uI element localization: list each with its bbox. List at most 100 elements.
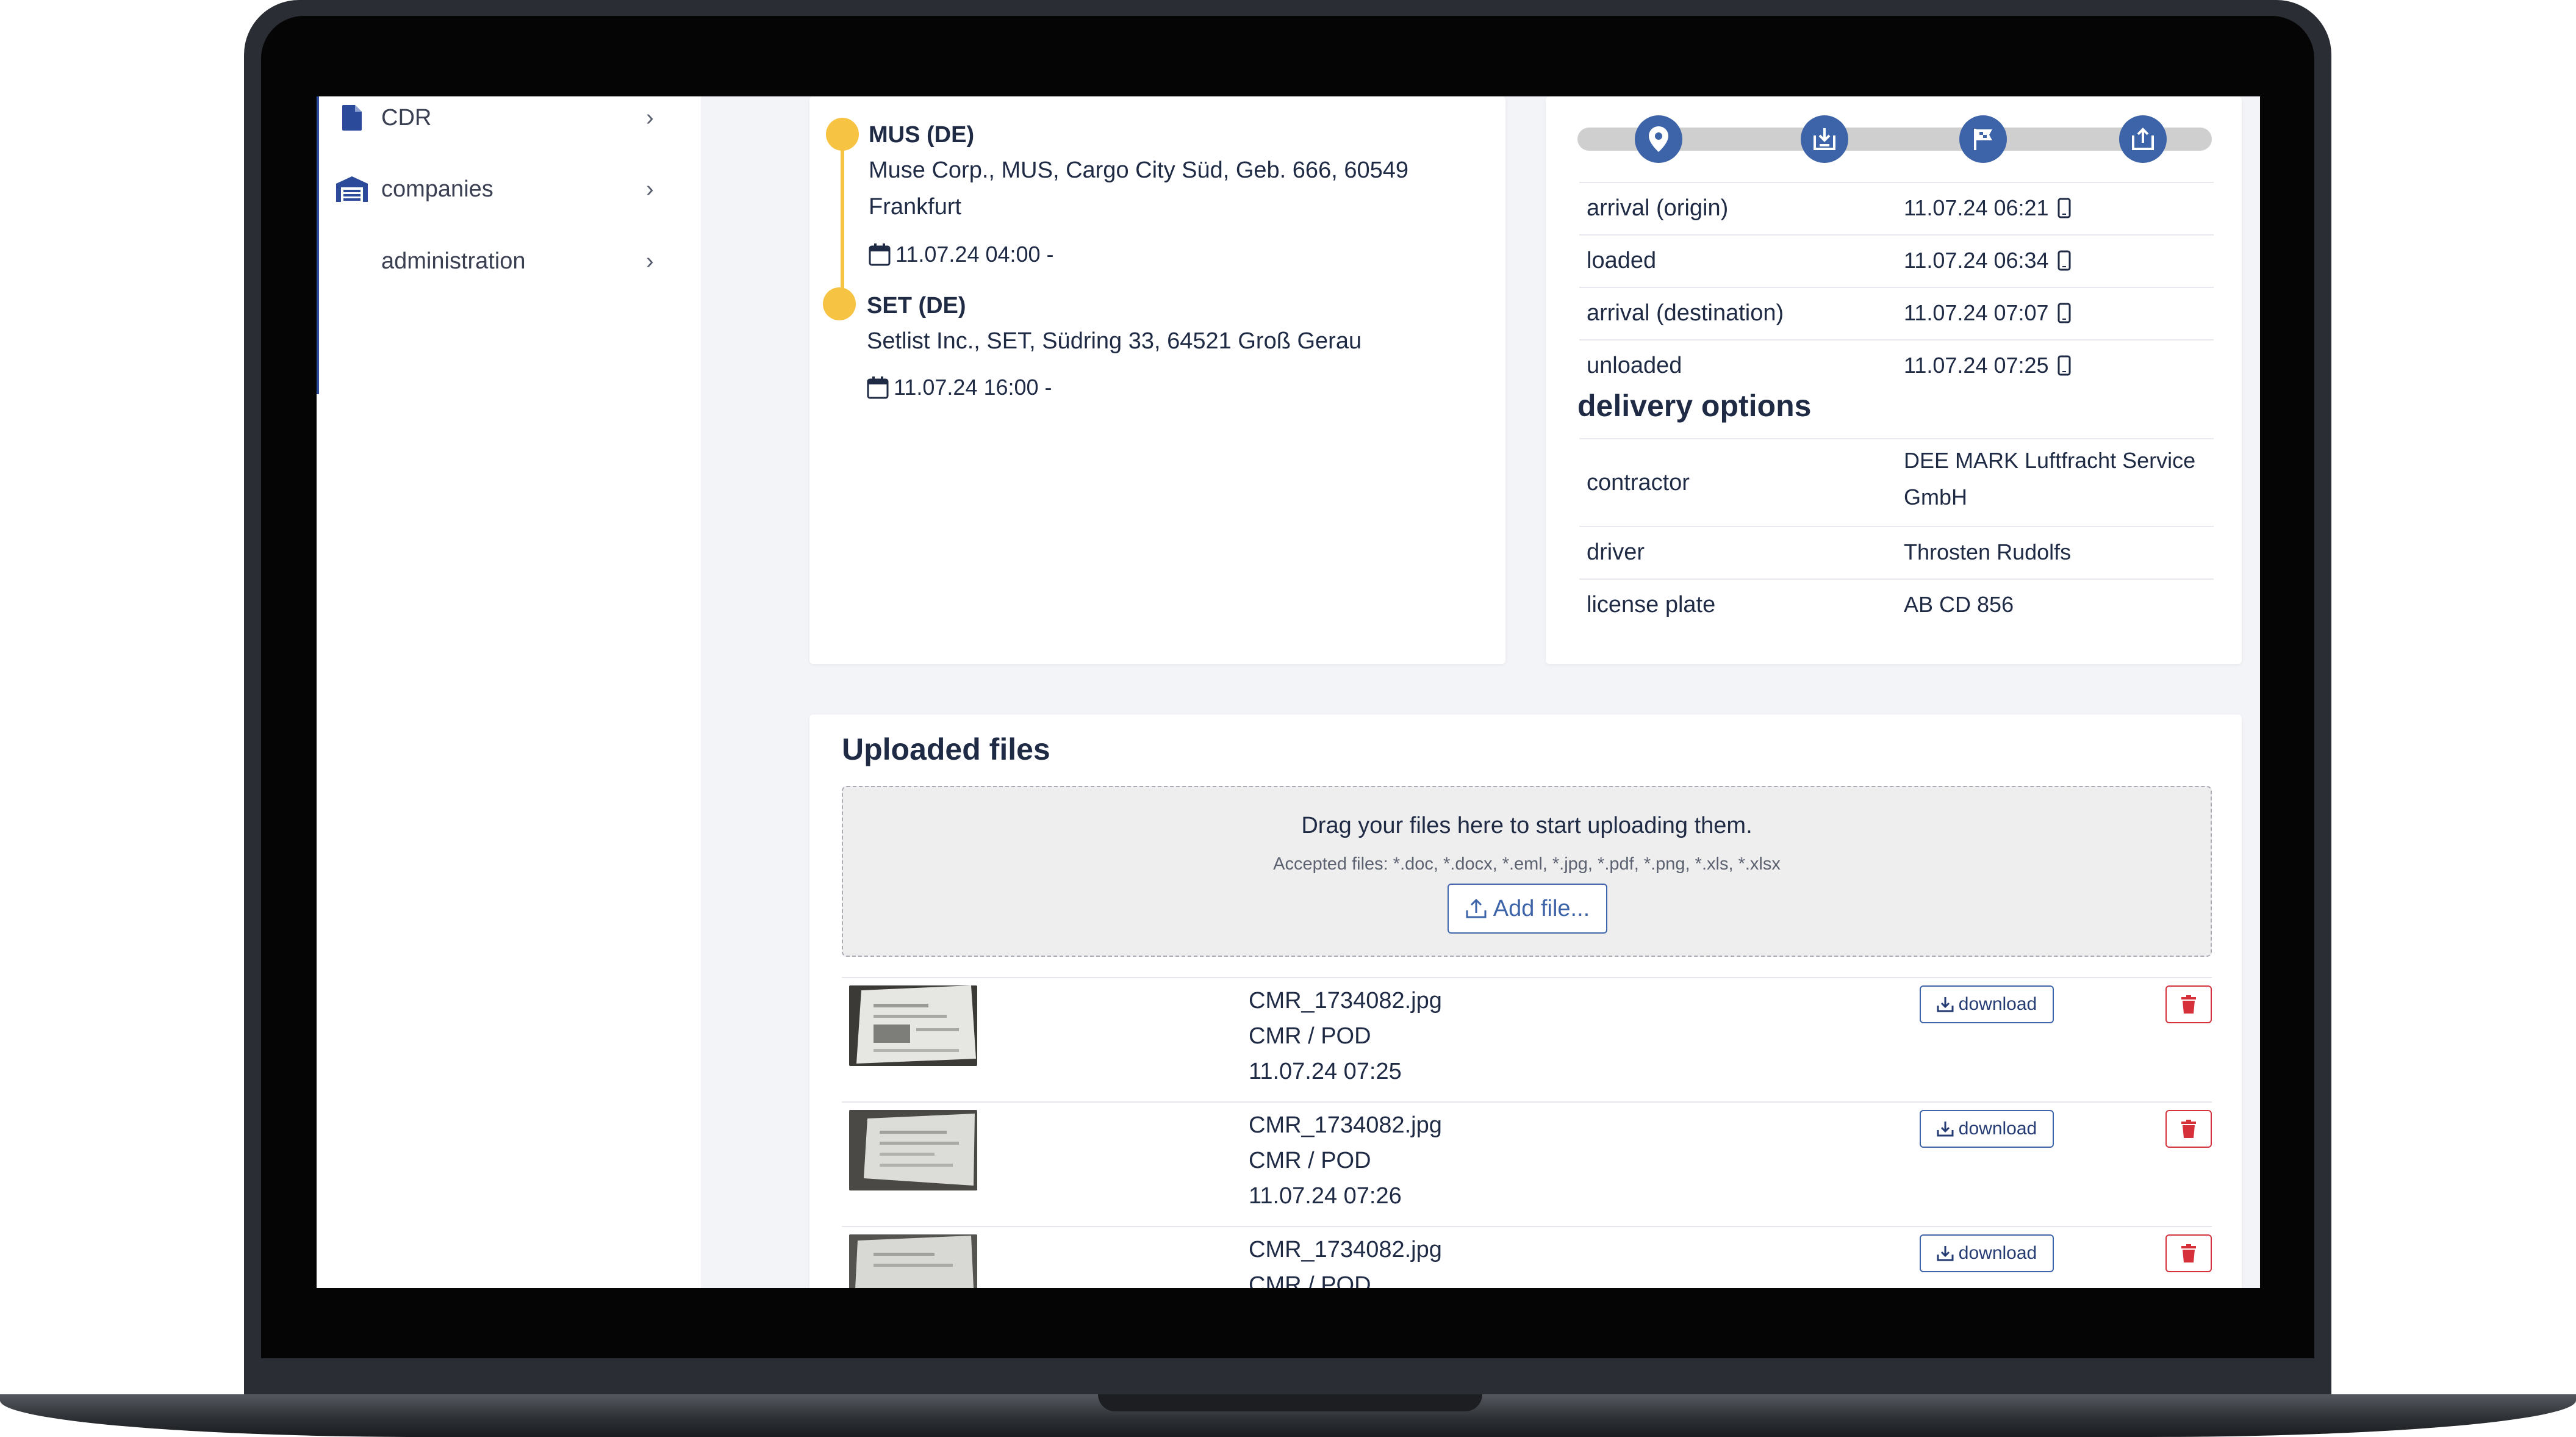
trash-icon <box>2181 1244 2196 1262</box>
file-name: CMR_1734082.jpg <box>1249 1237 1442 1262</box>
status-label: unloaded <box>1587 353 1682 378</box>
download-button[interactable]: download <box>1920 985 2054 1023</box>
file-date: 11.07.24 07:25 <box>1249 1059 1402 1084</box>
file-thumbnail[interactable] <box>849 985 977 1066</box>
sidebar-item-label: CDR <box>381 104 432 131</box>
route-card: MUS (DE) Muse Corp., MUS, Cargo City Süd… <box>809 96 1505 664</box>
status-time: 11.07.24 07:07 <box>1904 300 2049 325</box>
delivery-row-contractor: contractor DEE MARK Luftfracht Service G… <box>1579 438 2214 526</box>
file-type: CMR / POD <box>1249 1148 1371 1173</box>
stop-marker <box>826 118 859 151</box>
accepted-files-text: Accepted files: *.doc, *.docx, *.eml, *.… <box>1273 854 1781 874</box>
stop-code: MUS (DE) <box>869 122 975 148</box>
stop-date: 11.07.24 16:00 - <box>867 375 1052 400</box>
delivery-label: license plate <box>1587 592 1716 618</box>
stop-date-text: 11.07.24 16:00 - <box>894 375 1052 400</box>
mobile-phone-icon <box>2058 303 2071 323</box>
dropzone-text: Drag your files here to start uploading … <box>1301 813 1753 838</box>
file-row: CMR_1734082.jpg CMR / POD 11.07.24 07:26… <box>842 1101 2212 1227</box>
uploaded-files-heading: Uploaded files <box>842 732 1050 766</box>
sidebar-item-label: companies <box>381 176 493 202</box>
status-value: 11.07.24 06:34 <box>1904 248 2071 273</box>
stop-address: Setlist Inc., SET, Südring 33, 64521 Gro… <box>867 328 1362 354</box>
status-time: 11.07.24 07:25 <box>1904 353 2049 378</box>
document-icon <box>335 101 369 135</box>
uploaded-files-card: Uploaded files Drag your files here to s… <box>809 715 2242 1288</box>
download-label: download <box>1958 1243 2037 1263</box>
delivery-label: driver <box>1587 539 1645 565</box>
load-icon <box>1801 115 1848 163</box>
trash-icon <box>2181 995 2196 1014</box>
status-card: arrival (origin) 11.07.24 06:21 loaded 1… <box>1546 96 2242 664</box>
delivery-row-license-plate: license plate AB CD 856 <box>1579 578 2214 631</box>
calendar-icon <box>869 243 891 266</box>
add-file-label: Add file... <box>1493 895 1590 921</box>
status-label: loaded <box>1587 248 1657 273</box>
delivery-row-driver: driver Throsten Rudolfs <box>1579 526 2214 578</box>
file-type: CMR / POD <box>1249 1272 1371 1288</box>
laptop-notch <box>1098 1394 1482 1411</box>
download-label: download <box>1958 1118 2037 1139</box>
unload-icon <box>2119 115 2167 163</box>
stop-date: 11.07.24 04:00 - <box>869 242 1054 267</box>
status-row-loaded: loaded 11.07.24 06:34 <box>1579 234 2214 287</box>
delivery-value: AB CD 856 <box>1904 592 2014 617</box>
delete-button[interactable] <box>2165 1110 2212 1148</box>
status-value: 11.07.24 07:07 <box>1904 300 2071 326</box>
status-row-arrival-origin: arrival (origin) 11.07.24 06:21 <box>1579 182 2214 234</box>
chevron-right-icon: › <box>646 176 654 202</box>
file-thumbnail[interactable] <box>849 1234 977 1288</box>
delivery-value: Throsten Rudolfs <box>1904 539 2072 564</box>
file-row: CMR_1734082.jpg CMR / POD download <box>842 1226 2212 1288</box>
stop-address-city: Frankfurt <box>869 194 962 220</box>
sidebar-item-administration[interactable]: administration › <box>317 228 701 295</box>
delivery-label: contractor <box>1587 470 1690 495</box>
mobile-phone-icon <box>2058 355 2071 376</box>
file-type: CMR / POD <box>1249 1023 1371 1049</box>
status-value: 11.07.24 07:25 <box>1904 353 2071 378</box>
map-pin-icon <box>1635 115 1682 163</box>
stop-code: SET (DE) <box>867 293 966 319</box>
file-thumbnail[interactable] <box>849 1110 977 1190</box>
download-icon <box>1937 997 1954 1012</box>
download-label: download <box>1958 994 2037 1014</box>
delivery-value-line2: GmbH <box>1904 484 1968 510</box>
warehouse-icon <box>335 172 369 206</box>
app-screen: CDR › companies › administration › MUS (… <box>317 96 2260 1288</box>
status-label: arrival (origin) <box>1587 195 1729 221</box>
status-row-arrival-destination: arrival (destination) 11.07.24 07:07 <box>1579 287 2214 339</box>
upload-icon <box>1466 898 1487 918</box>
file-row: CMR_1734082.jpg CMR / POD 11.07.24 07:25… <box>842 977 2212 1103</box>
status-label: arrival (destination) <box>1587 300 1784 326</box>
status-time: 11.07.24 06:34 <box>1904 248 2049 273</box>
mobile-phone-icon <box>2058 250 2071 271</box>
file-dropzone[interactable]: Drag your files here to start uploading … <box>842 786 2212 957</box>
chevron-right-icon: › <box>646 104 654 131</box>
delivery-value: DEE MARK Luftfracht Service <box>1904 448 2196 473</box>
stop-address: Muse Corp., MUS, Cargo City Süd, Geb. 66… <box>869 157 1408 183</box>
file-name: CMR_1734082.jpg <box>1249 988 1442 1014</box>
download-icon <box>1937 1246 1954 1261</box>
download-icon <box>1937 1122 1954 1137</box>
sidebar-item-label: administration <box>381 248 526 274</box>
sidebar: CDR › companies › administration › <box>317 96 701 1288</box>
add-file-button[interactable]: Add file... <box>1448 884 1607 934</box>
stop-marker <box>823 287 856 320</box>
download-button[interactable]: download <box>1920 1234 2054 1272</box>
status-value: 11.07.24 06:21 <box>1904 195 2071 221</box>
download-button[interactable]: download <box>1920 1110 2054 1148</box>
calendar-icon <box>867 376 889 399</box>
file-date: 11.07.24 07:26 <box>1249 1183 1402 1209</box>
sidebar-item-cdr[interactable]: CDR › <box>317 96 701 151</box>
mobile-phone-icon <box>2058 198 2071 218</box>
sidebar-item-companies[interactable]: companies › <box>317 156 701 223</box>
delete-button[interactable] <box>2165 1234 2212 1272</box>
route-timeline <box>841 133 844 304</box>
status-time: 11.07.24 06:21 <box>1904 195 2049 220</box>
file-name: CMR_1734082.jpg <box>1249 1112 1442 1138</box>
delete-button[interactable] <box>2165 985 2212 1023</box>
finish-flag-icon <box>1959 115 2007 163</box>
delivery-options-heading: delivery options <box>1577 389 1812 423</box>
chevron-right-icon: › <box>646 248 654 274</box>
trash-icon <box>2181 1120 2196 1138</box>
